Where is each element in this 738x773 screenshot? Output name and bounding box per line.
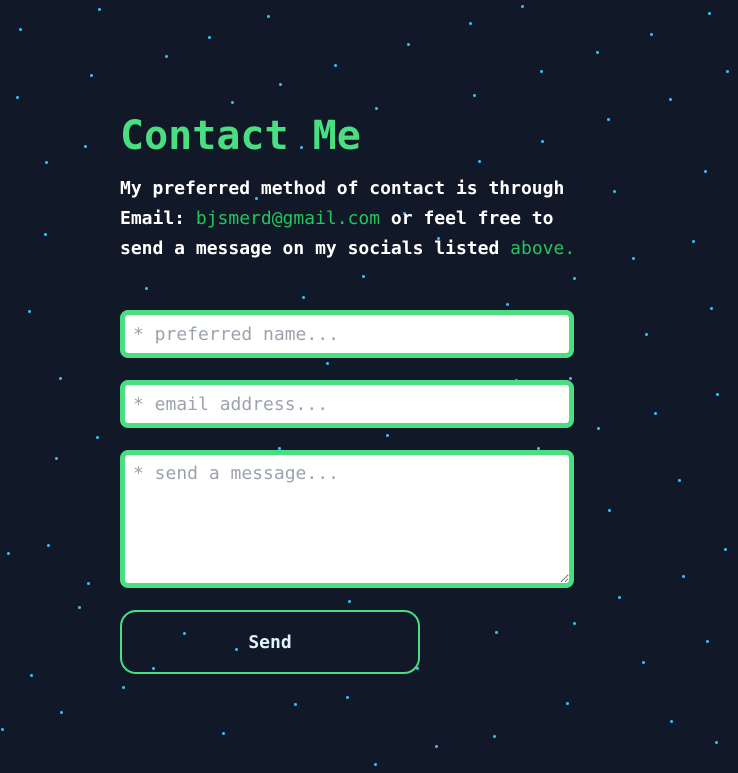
star bbox=[44, 233, 47, 236]
star bbox=[7, 552, 10, 555]
star bbox=[608, 509, 611, 512]
star bbox=[607, 118, 610, 121]
name-field[interactable] bbox=[120, 310, 574, 358]
star bbox=[326, 362, 329, 365]
contact-intro: My preferred method of contact is throug… bbox=[120, 174, 580, 264]
email-address: bjsmerd@gmail.com bbox=[195, 208, 381, 229]
message-field[interactable] bbox=[120, 450, 574, 588]
star bbox=[279, 83, 282, 86]
star bbox=[597, 427, 600, 430]
star bbox=[642, 661, 645, 664]
star bbox=[669, 98, 672, 101]
star bbox=[645, 333, 648, 336]
star bbox=[98, 8, 101, 11]
star bbox=[670, 720, 673, 723]
star bbox=[165, 55, 168, 58]
star bbox=[60, 711, 63, 714]
star bbox=[650, 33, 653, 36]
star bbox=[654, 412, 657, 415]
star bbox=[573, 622, 576, 625]
star bbox=[96, 436, 99, 439]
star bbox=[47, 544, 50, 547]
star bbox=[87, 582, 90, 585]
star bbox=[495, 631, 498, 634]
star bbox=[566, 702, 569, 705]
star bbox=[1, 728, 4, 731]
star bbox=[407, 43, 410, 46]
star bbox=[231, 101, 234, 104]
star bbox=[493, 735, 496, 738]
star bbox=[682, 575, 685, 578]
send-button[interactable]: Send bbox=[120, 610, 420, 674]
star bbox=[122, 686, 125, 689]
star bbox=[473, 94, 476, 97]
star bbox=[716, 393, 719, 396]
star bbox=[715, 741, 718, 744]
star bbox=[706, 640, 709, 643]
email-field[interactable] bbox=[120, 380, 574, 428]
star bbox=[632, 257, 635, 260]
star bbox=[348, 600, 351, 603]
page-title: Contact Me bbox=[120, 113, 361, 159]
star bbox=[386, 434, 389, 437]
star bbox=[704, 170, 707, 173]
star bbox=[540, 70, 543, 73]
star bbox=[59, 377, 62, 380]
star bbox=[596, 51, 599, 54]
star bbox=[302, 296, 305, 299]
star bbox=[78, 606, 81, 609]
above-link[interactable]: above. bbox=[510, 238, 575, 259]
star bbox=[346, 696, 349, 699]
contact-section: Contact Me My preferred method of contac… bbox=[120, 108, 575, 674]
star bbox=[84, 145, 87, 148]
star bbox=[208, 36, 211, 39]
star bbox=[573, 277, 576, 280]
star bbox=[678, 479, 681, 482]
star bbox=[267, 15, 270, 18]
star bbox=[569, 377, 572, 380]
star bbox=[294, 703, 297, 706]
star bbox=[435, 745, 438, 748]
star bbox=[28, 310, 31, 313]
star bbox=[55, 457, 58, 460]
star bbox=[334, 64, 337, 67]
star bbox=[19, 28, 22, 31]
star bbox=[16, 96, 19, 99]
star bbox=[222, 732, 225, 735]
star bbox=[30, 674, 33, 677]
star bbox=[521, 5, 524, 8]
star bbox=[724, 548, 727, 551]
star bbox=[708, 12, 711, 15]
star bbox=[90, 74, 93, 77]
star bbox=[726, 70, 729, 73]
star bbox=[710, 307, 713, 310]
star bbox=[618, 596, 621, 599]
star bbox=[374, 763, 377, 766]
star bbox=[45, 161, 48, 164]
star bbox=[145, 287, 148, 290]
star bbox=[362, 275, 365, 278]
star bbox=[506, 303, 509, 306]
star bbox=[613, 190, 616, 193]
star bbox=[692, 240, 695, 243]
star bbox=[469, 22, 472, 25]
